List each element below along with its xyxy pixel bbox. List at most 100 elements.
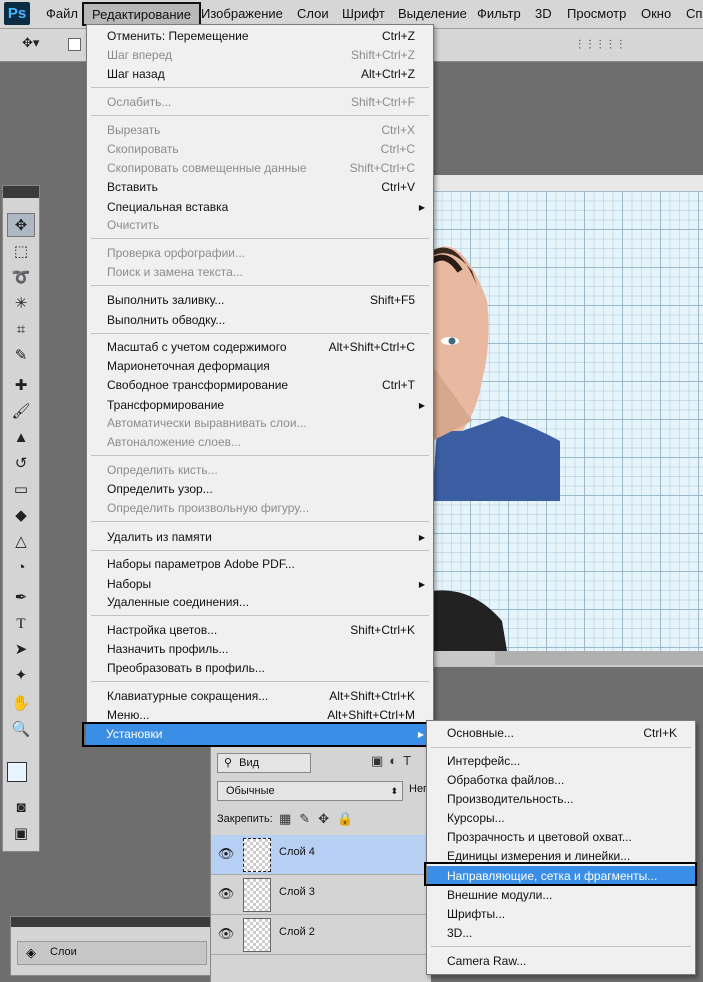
menu-item-assign-profile[interactable]: Назначить профиль... (87, 640, 433, 659)
submenu-item-interface[interactable]: Интерфейс... (427, 752, 695, 771)
quick-mask-icon[interactable]: ◙ (7, 796, 35, 820)
menu-item-remote-connections[interactable]: Удаленные соединения... (87, 593, 433, 612)
shape-tool-icon[interactable]: ✦ (7, 664, 35, 688)
menu-item-transform[interactable]: Трансформирование ▶ (87, 396, 433, 415)
layer-row[interactable]: 👁 Слой 2 (211, 915, 431, 955)
submenu-item-cursors[interactable]: Курсоры... (427, 809, 695, 828)
stamp-tool-icon[interactable]: ▲ (7, 426, 35, 450)
menu-item-step-forward[interactable]: Шаг вперед Shift+Ctrl+Z (87, 46, 433, 65)
menu-item-auto-blend[interactable]: Автоналожение слоев... (87, 433, 433, 452)
layer-row[interactable]: 👁 Слой 3 (211, 875, 431, 915)
submenu-item-type[interactable]: Шрифты... (427, 905, 695, 924)
menu-item-spell-check[interactable]: Проверка орфографии... (87, 244, 433, 263)
type-tool-icon[interactable]: T (7, 612, 35, 636)
menu-item-undo[interactable]: Отменить: Перемещение Ctrl+Z (87, 27, 433, 46)
toolbox-header[interactable] (3, 186, 39, 198)
submenu-item-general[interactable]: Основные... Ctrl+K (427, 724, 695, 743)
eye-icon[interactable]: 👁 (217, 926, 235, 942)
layer-filter-select[interactable]: ⚲ Вид (217, 753, 311, 773)
layer-thumbnail (243, 838, 271, 872)
marquee-tool-icon[interactable]: ⬚ (7, 240, 35, 264)
menu-item-convert-profile[interactable]: Преобразовать в профиль... (87, 659, 433, 678)
menu-view[interactable]: Просмотр (567, 0, 626, 28)
menu-help[interactable]: Спр (686, 0, 703, 28)
history-brush-icon[interactable]: ↺ (7, 452, 35, 476)
lock-icons[interactable]: ▦✎✥🔒 (279, 811, 361, 827)
document-scrollbar[interactable] (495, 651, 703, 665)
path-select-icon[interactable]: ➤ (7, 638, 35, 662)
submenu-item-plugins[interactable]: Внешние модули... (427, 886, 695, 905)
auto-select-checkbox[interactable] (68, 38, 81, 51)
lock-label: Закрепить: (217, 813, 273, 825)
submenu-item-3d[interactable]: 3D... (427, 924, 695, 943)
submenu-item-performance[interactable]: Производительность... (427, 790, 695, 809)
submenu-item-camera-raw[interactable]: Camera Raw... (427, 952, 695, 971)
menu-item-define-brush[interactable]: Определить кисть... (87, 461, 433, 480)
eyedropper-icon[interactable]: ✎ (7, 344, 35, 368)
menu-separator (91, 115, 429, 116)
menu-separator (91, 455, 429, 456)
layers-panel: ⚲ Вид ▣◐T Обычные ⬍ Неп Закрепить: ▦✎✥🔒 … (210, 745, 431, 982)
menu-item-define-pattern[interactable]: Определить узор... (87, 480, 433, 499)
menu-separator (431, 747, 691, 748)
menu-file[interactable]: Файл (46, 0, 78, 28)
document-canvas[interactable] (430, 191, 703, 651)
menu-separator (91, 238, 429, 239)
hand-tool-icon[interactable]: ✋ (7, 692, 35, 716)
menu-item-content-aware-scale[interactable]: Масштаб с учетом содержимого Alt+Shift+Ct… (87, 338, 433, 357)
menu-filter[interactable]: Фильтр (477, 0, 521, 28)
eraser-tool-icon[interactable]: ▭ (7, 478, 35, 502)
move-tool-preset-icon[interactable]: ✥▾ (22, 35, 39, 51)
blur-tool-icon[interactable]: △ (7, 530, 35, 554)
menu-window[interactable]: Окно (641, 0, 671, 28)
brush-tool-icon[interactable]: 🖌 (7, 400, 35, 424)
menu-item-keyboard-shortcuts[interactable]: Клавиатурные сокращения... Alt+Shift+Ctrl… (87, 687, 433, 706)
menu-item-fill[interactable]: Выполнить заливку... Shift+F5 (87, 291, 433, 310)
menu-item-fade[interactable]: Ослабить... Shift+Ctrl+F (87, 93, 433, 112)
menu-item-find-replace[interactable]: Поиск и замена текста... (87, 263, 433, 282)
layer-row[interactable]: 👁 Слой 4 (211, 835, 431, 875)
menu-item-purge[interactable]: Удалить из памяти ▶ (87, 528, 433, 547)
menu-item-define-shape[interactable]: Определить произвольную фигуру... (87, 499, 433, 518)
menu-item-copy-merged[interactable]: Скопировать совмещенные данные Shift+Ctrl… (87, 159, 433, 178)
eye-icon[interactable]: 👁 (217, 846, 235, 862)
layers-mini-tab[interactable]: ◈ Слои (17, 941, 207, 965)
crop-tool-icon[interactable]: ⌗ (7, 318, 35, 342)
menu-item-presets[interactable]: Наборы ▶ (87, 575, 433, 594)
healing-brush-icon[interactable]: ✚ (7, 374, 35, 398)
menu-edit[interactable]: Редактирование (82, 2, 202, 26)
layers-mini-header[interactable] (11, 917, 211, 927)
submenu-item-transparency[interactable]: Прозрачность и цветовой охват... (427, 828, 695, 847)
highlight-frame-guides (424, 862, 697, 886)
menu-item-step-backward[interactable]: Шаг назад Alt+Ctrl+Z (87, 65, 433, 84)
menu-item-auto-align[interactable]: Автоматически выравнивать слои... (87, 414, 433, 433)
screen-mode-icon[interactable]: ▣ (7, 822, 35, 846)
move-tool-icon[interactable]: ✥ (7, 213, 35, 237)
bucket-tool-icon[interactable]: ◆ (7, 504, 35, 528)
menu-item-color-settings[interactable]: Настройка цветов... Shift+Ctrl+K (87, 621, 433, 640)
menu-item-clear[interactable]: Очистить (87, 216, 433, 235)
menu-item-cut[interactable]: Вырезать Ctrl+X (87, 121, 433, 140)
menu-item-stroke[interactable]: Выполнить обводку... (87, 311, 433, 330)
menu-item-paste-special[interactable]: Специальная вставка ▶ (87, 198, 433, 217)
submenu-item-file-handling[interactable]: Обработка файлов... (427, 771, 695, 790)
menu-item-copy[interactable]: Скопировать Ctrl+C (87, 140, 433, 159)
zoom-tool-icon[interactable]: 🔍 (7, 718, 35, 742)
filter-icons[interactable]: ▣◐T (371, 753, 417, 769)
menu-separator (91, 333, 429, 334)
edit-menu: Отменить: Перемещение Ctrl+Z Шаг вперед Sh… (86, 24, 434, 728)
eye-icon[interactable]: 👁 (217, 886, 235, 902)
pen-tool-icon[interactable]: ✒ (7, 586, 35, 610)
dodge-tool-icon[interactable]: ◔ (7, 556, 35, 580)
submenu-arrow-icon: ▶ (418, 533, 425, 542)
align-icons[interactable]: ⫶⫶⫶⫶⫶ (578, 37, 629, 53)
menu-item-free-transform[interactable]: Свободное трансформирование Ctrl+T (87, 376, 433, 395)
menu-3d[interactable]: 3D (535, 0, 552, 28)
menu-item-paste[interactable]: Вставить Ctrl+V (87, 178, 433, 197)
menu-item-pdf-presets[interactable]: Наборы параметров Adobe PDF... (87, 555, 433, 574)
foreground-color-swatch[interactable] (7, 762, 27, 782)
magic-wand-icon[interactable]: ✳ (7, 292, 35, 316)
blend-mode-select[interactable]: Обычные ⬍ (217, 781, 403, 801)
lasso-tool-icon[interactable]: ➰ (7, 266, 35, 290)
menu-item-puppet-warp[interactable]: Марионеточная деформация (87, 357, 433, 376)
